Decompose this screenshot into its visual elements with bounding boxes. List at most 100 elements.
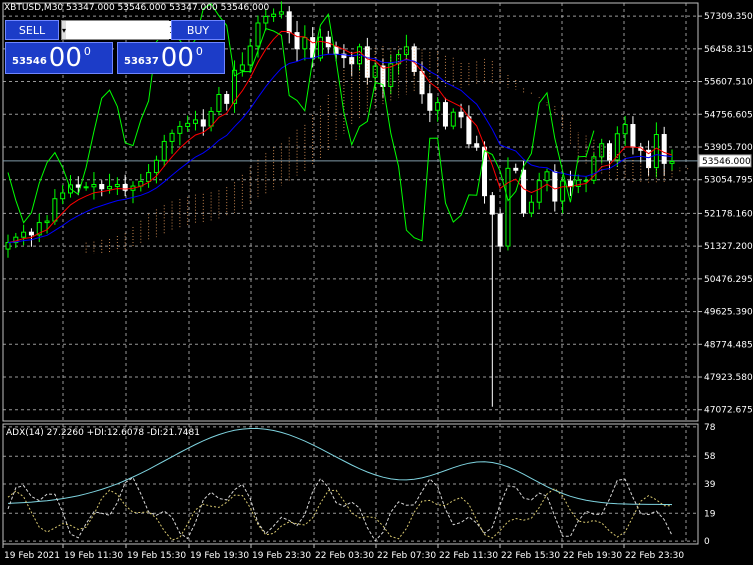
candle-body [107,185,113,190]
candle-body [474,143,480,148]
candle-body [255,22,261,47]
candle-body [177,125,183,134]
candle-body [536,180,542,203]
price-axis-label: 48774.485 [704,340,753,350]
candle-body [91,184,97,188]
candle-body [224,94,230,104]
candle-body [435,102,441,111]
one-click-trading-panel: SELL ▾ ▴ BUY 53546 00 0 53637 00 0 [5,20,225,74]
kijun-line [7,53,673,244]
candle-body [239,64,245,71]
time-axis-label: 22 Feb 15:30 [501,551,560,561]
candle-body [75,184,81,188]
adx-axis-label: 0 [704,537,710,547]
adx-axis-label: 39 [704,480,716,490]
price-axis-label: 56458.315 [704,45,753,55]
candle-body [544,171,550,182]
sell-price-small: 53546 [12,56,47,67]
candle-body [403,46,409,56]
candle-body [482,146,488,197]
candle-body [263,15,269,24]
sell-price-big: 00 [48,43,82,73]
candle-body [161,140,167,161]
candle-body [325,36,331,48]
buy-button[interactable]: BUY [171,20,225,40]
price-axis-label: 47923.580 [704,373,753,383]
time-axis-label: 19 Feb 11:30 [64,551,123,561]
price-axis-label: 50476.295 [704,275,753,285]
candle-body [60,192,66,200]
candle-body [302,37,308,50]
sell-button[interactable]: SELL [5,20,59,40]
buy-price-quote[interactable]: 53637 00 0 [117,42,225,74]
time-axis-label: 22 Feb 11:30 [439,551,498,561]
time-axis-label: 19 Feb 19:30 [190,551,249,561]
candle-body [294,32,300,50]
time-axis-label: 19 Feb 23:30 [252,551,311,561]
candle-body [466,116,472,145]
candle-body [630,124,636,148]
candle-body [521,169,527,214]
time-axis-label: 22 Feb 03:30 [315,551,374,561]
time-axis-label: 19 Feb 2021 [4,551,60,561]
symbol-header: XBTUSD,M30 53347.000 53546.000 53347.000… [4,3,270,13]
time-axis-label: 22 Feb 23:30 [625,551,684,561]
sell-price-sup: 0 [83,45,91,58]
candle-body [153,159,159,174]
adx-indicator-label: ADX(14) 27.2260 +DI:12.6078 -DI:21.7481 [6,428,200,438]
candle-body [5,242,11,250]
candle-body [622,124,628,135]
candle-body [83,186,89,189]
candle-body [192,119,198,124]
adx-axis-label: 19 [704,509,716,519]
buy-price-small: 53637 [124,56,159,67]
candle-body [271,13,277,17]
candle-body [21,231,27,238]
candle-body [653,134,659,169]
lot-size-control: ▾ ▴ [61,20,200,40]
candle-body [489,195,495,215]
price-axis-label: 49625.390 [704,308,753,318]
candle-body [583,179,589,182]
candle-body [169,132,175,142]
candle-body [669,160,675,164]
candle-body [28,231,34,236]
candle-body [114,184,120,187]
adx-main-line [7,428,672,505]
candle-body [146,172,152,182]
candle-body [52,198,58,222]
price-axis-label: 47072.675 [704,406,753,416]
price-axis-label: 53905.700 [704,143,753,153]
candle-body [560,180,566,202]
adx-axis-label: 78 [704,423,716,433]
candle-body [661,134,667,164]
adx-axis-label: 58 [704,452,716,462]
candle-body [450,111,456,127]
candle-body [458,111,464,118]
candle-body [442,102,448,127]
candle-body [513,167,519,171]
price-axis-label: 57309.350 [704,12,753,22]
sell-price-quote[interactable]: 53546 00 0 [5,42,113,74]
candle-body [247,45,253,66]
candle-body [208,110,214,127]
time-axis-label: 22 Feb 07:30 [377,551,436,561]
candle-body [44,220,50,224]
candle-body [427,93,433,111]
candle-body [552,171,558,202]
candle-body [216,94,222,112]
candle-body [411,46,417,72]
candle-body [99,184,105,190]
candle-body [497,213,503,247]
price-chart[interactable]: 57309.350 56458.315 55607.510 54756.605 5390… [0,0,753,565]
time-axis-label: 22 Feb 19:30 [563,551,622,561]
candle-body [528,201,534,214]
candle-body [278,11,284,15]
buy-price-sup: 0 [195,45,203,58]
time-axis-label: 19 Feb 15:30 [127,551,186,561]
price-axis-label: 52178.160 [704,209,753,219]
current-price-label: 53546.000 [702,157,751,167]
candle-body [505,167,511,247]
price-axis-label: 55607.510 [704,78,753,88]
candle-body [185,122,191,127]
